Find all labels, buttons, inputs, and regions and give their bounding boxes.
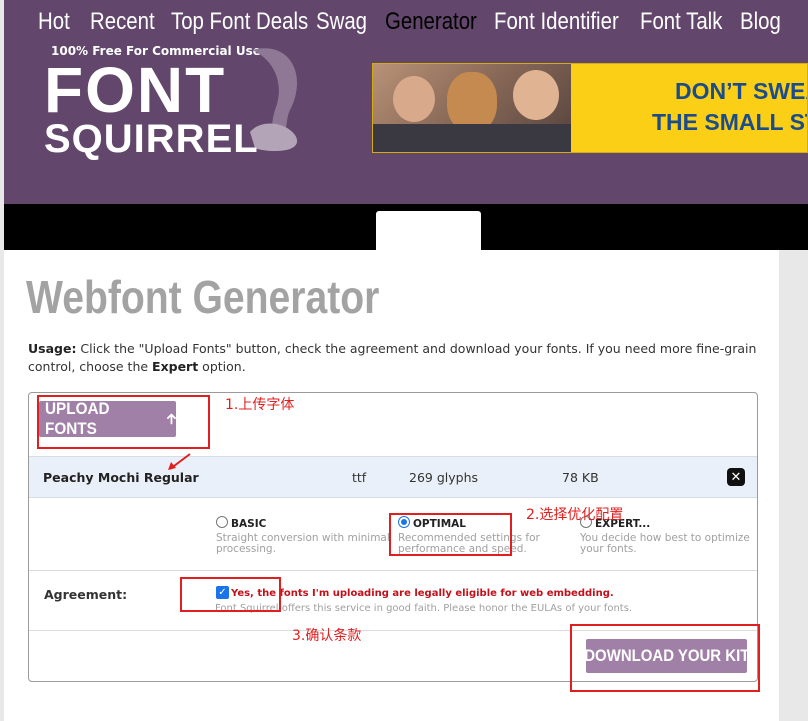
ad-photo [373,64,571,152]
annotation-box-optimal [389,513,512,556]
nav-item-blog[interactable]: Blog [740,8,781,36]
nav-item-generator[interactable]: Generator [385,8,477,36]
agreement-label: Agreement: [44,587,128,602]
ad-headline-2: THE SMALL ST [652,109,808,135]
font-file-size: 78 KB [562,470,599,485]
font-format: ttf [352,470,367,485]
annotation-box-upload [37,395,210,449]
nav-item-hot[interactable]: Hot [38,8,70,36]
agreement-text[interactable]: Yes, the fonts I'm uploading are legally… [231,588,614,599]
usage-text: Usage: Click the "Upload Fonts" button, … [28,341,757,374]
font-name: Peachy Mochi Regular [43,470,199,485]
uploaded-font-row: Peachy Mochi Regular ttf 269 glyphs 78 K… [29,456,757,498]
annotation-step2: 2.选择优化配置 [526,507,624,523]
divider [29,570,757,571]
font-glyph-count: 269 glyphs [409,470,479,485]
option-basic-desc: Straight conversion with minimal process… [216,532,390,555]
advertisement-banner[interactable]: DON’T SWEA THE SMALL ST [372,63,808,153]
nav-item-font-talk[interactable]: Font Talk [640,8,722,36]
option-basic-label: BASIC [231,518,267,530]
nav-item-font-identifier[interactable]: Font Identifier [494,8,619,36]
annotation-arrow-icon [168,453,191,470]
radio-basic[interactable] [216,516,228,528]
nav-active-tab-bg [376,211,481,250]
page-title: Webfont Generator [26,271,380,323]
annotation-step1: 1.上传字体 [225,397,295,413]
nav-item-swag[interactable]: Swag [316,8,367,36]
annotation-box-download [570,624,760,692]
option-expert-desc: You decide how best to optimize your fon… [580,532,750,555]
logo-squirrel-text[interactable]: SQUIRREL [44,119,259,159]
logo-font-text[interactable]: FONT [44,58,226,122]
annotation-box-agreement [180,577,281,612]
annotation-step3: 3.确认条款 [292,628,362,644]
ad-headline-1: DON’T SWEA [675,78,808,104]
nav-item-top-font-deals[interactable]: Top Font Deals [171,8,308,36]
remove-font-icon[interactable]: ✕ [727,468,745,486]
nav-item-recent[interactable]: Recent [90,8,155,36]
